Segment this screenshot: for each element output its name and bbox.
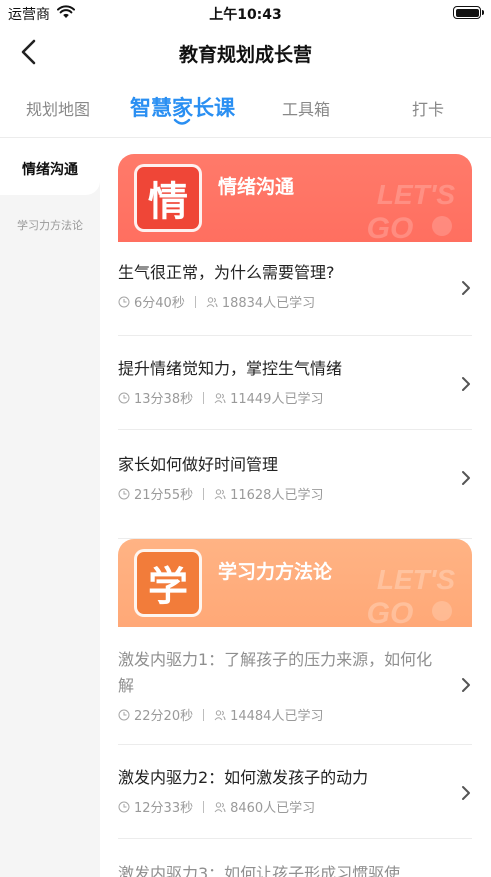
people-icon <box>214 709 226 720</box>
sidebar-item-emotion[interactable]: 情绪沟通 <box>0 159 100 179</box>
lesson-learners: 18834人已学习 <box>221 296 316 311</box>
section-banner-learning-method: 学 学习力方法论 LET'S GO <box>118 539 472 627</box>
lesson-learners: 11449人已学习 <box>230 392 324 407</box>
svg-text:GO: GO <box>367 212 414 242</box>
meta-divider <box>203 800 205 813</box>
status-bar: 运营商 上午10:43 <box>0 0 491 26</box>
people-icon <box>214 801 226 812</box>
section-icon-emotion: 情 <box>134 164 202 232</box>
section-title: 情绪沟通 <box>218 176 295 198</box>
chevron-right-icon <box>462 786 470 800</box>
lesson-meta: 13分38秒 11449人已学习 <box>118 388 472 407</box>
lesson-learners: 11628人已学习 <box>230 488 324 503</box>
tab-bar: 规划地图 智慧家长课 工具箱 打卡 <box>0 88 491 138</box>
lesson-item[interactable]: 激发内驱力1：了解孩子的压力来源，如何化解 22分20秒 14484人已学习 <box>118 627 472 745</box>
meta-divider <box>203 708 205 721</box>
lesson-title: 激发内驱力3：如何让孩子形成习惯驱使 <box>118 864 401 877</box>
svg-text:LET'S: LET'S <box>377 179 456 210</box>
lesson-title: 激发内驱力1：了解孩子的压力来源，如何化解 <box>118 650 433 695</box>
lesson-learners: 8460人已学习 <box>230 801 316 816</box>
lesson-learners: 14484人已学习 <box>230 709 324 724</box>
lesson-title: 激发内驱力2：如何激发孩子的动力 <box>118 768 369 787</box>
svg-text:GO: GO <box>367 597 414 627</box>
lesson-duration: 21分55秒 <box>134 488 194 503</box>
lets-go-decoration: LET'S GO <box>367 179 456 242</box>
lesson-duration: 22分20秒 <box>134 709 194 724</box>
status-time: 上午10:43 <box>209 7 282 23</box>
active-tab-indicator <box>173 118 191 125</box>
meta-divider <box>203 391 205 404</box>
lesson-title: 提升情绪觉知力，掌控生气情绪 <box>118 359 343 378</box>
clock-icon <box>118 296 130 307</box>
clock-icon <box>118 709 130 720</box>
chevron-right-icon <box>462 471 470 485</box>
battery-icon <box>453 6 484 19</box>
section-banner-emotion: 情 情绪沟通 LET'S GO <box>118 154 472 242</box>
clock-icon <box>118 801 130 812</box>
clock-icon <box>118 488 130 499</box>
svg-text:LET'S: LET'S <box>377 564 456 595</box>
lesson-meta: 12分33秒 8460人已学习 <box>118 797 472 816</box>
meta-divider <box>194 295 196 308</box>
section-title: 学习力方法论 <box>218 561 333 583</box>
page-title: 教育规划成长营 <box>178 44 312 66</box>
chevron-right-icon <box>462 678 470 692</box>
nav-bar: 教育规划成长营 <box>0 26 491 78</box>
lesson-duration: 6分40秒 <box>134 296 185 311</box>
sidebar-item-learning-method[interactable]: 学习力方法论 <box>0 217 100 233</box>
lesson-meta: 6分40秒 18834人已学习 <box>118 292 472 311</box>
lesson-item[interactable]: 激发内驱力2：如何激发孩子的动力 12分33秒 8460人已学习 <box>118 745 472 839</box>
lesson-meta: 22分20秒 14484人已学习 <box>118 705 472 724</box>
category-sidebar: 情绪沟通 学习力方法论 <box>0 139 100 877</box>
people-icon <box>214 392 226 403</box>
people-icon <box>206 296 218 307</box>
chevron-right-icon <box>462 377 470 391</box>
clock-icon <box>118 392 130 403</box>
chevron-right-icon <box>462 281 470 295</box>
lesson-duration: 12分33秒 <box>134 801 194 816</box>
lesson-duration: 13分38秒 <box>134 392 194 407</box>
lesson-title: 家长如何做好时间管理 <box>118 455 279 474</box>
tab-toolbox[interactable]: 工具箱 <box>282 96 330 120</box>
meta-divider <box>203 487 205 500</box>
lesson-meta: 21分55秒 11628人已学习 <box>118 484 472 503</box>
tab-planning-map[interactable]: 规划地图 <box>26 96 90 120</box>
lesson-list: 情 情绪沟通 LET'S GO 生气很正常，为什么需要管理? 6分40秒 188… <box>118 154 472 877</box>
lets-go-decoration: LET'S GO <box>367 564 456 627</box>
people-icon <box>214 488 226 499</box>
lesson-item[interactable]: 家长如何做好时间管理 21分55秒 11628人已学习 <box>118 430 472 539</box>
lesson-item[interactable]: 激发内驱力3：如何让孩子形成习惯驱使 <box>118 839 472 877</box>
lesson-title: 生气很正常，为什么需要管理? <box>118 263 335 282</box>
lesson-item[interactable]: 提升情绪觉知力，掌控生气情绪 13分38秒 11449人已学习 <box>118 336 472 430</box>
lesson-item[interactable]: 生气很正常，为什么需要管理? 6分40秒 18834人已学习 <box>118 242 472 336</box>
section-icon-learning: 学 <box>134 549 202 617</box>
tab-check-in[interactable]: 打卡 <box>412 96 444 120</box>
